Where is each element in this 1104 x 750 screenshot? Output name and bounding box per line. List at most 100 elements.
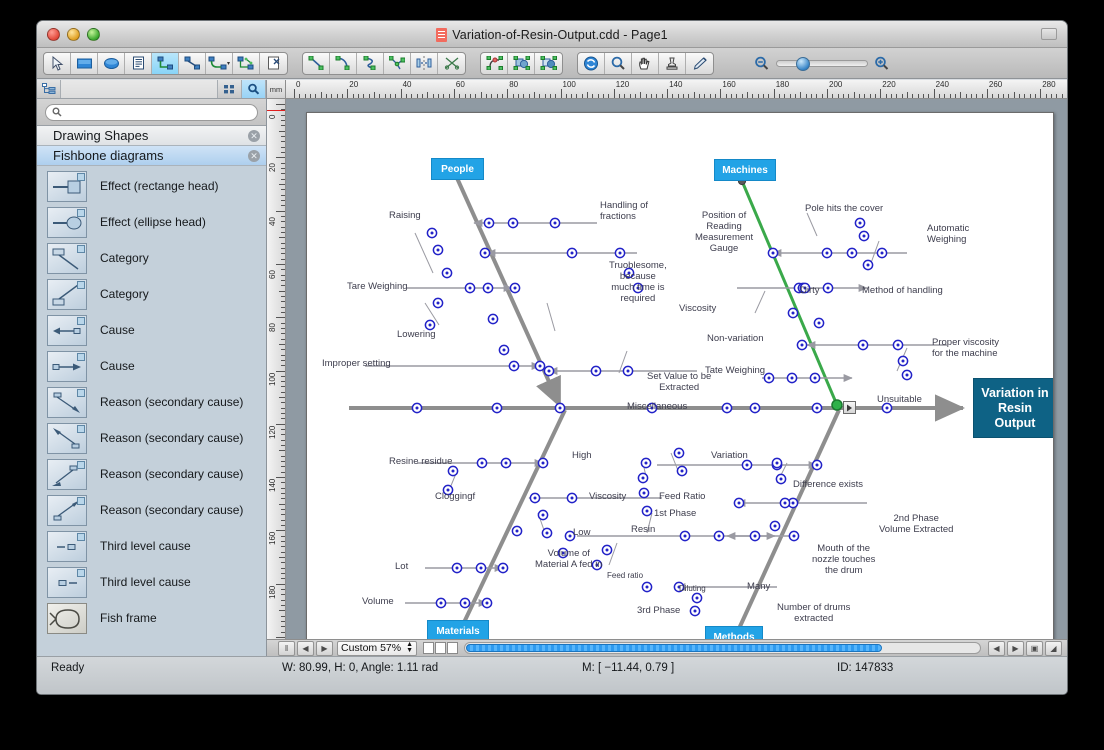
view-mode-1[interactable] bbox=[423, 642, 434, 654]
connector-node[interactable] bbox=[858, 340, 867, 349]
tree-connector-icon[interactable] bbox=[233, 53, 260, 74]
shape-list-item[interactable]: Cause bbox=[37, 348, 266, 384]
search-input[interactable] bbox=[45, 104, 258, 121]
diagram-cause-label[interactable]: Truoblesome, because much time is requir… bbox=[609, 260, 667, 304]
diagram-cause-label[interactable]: Proper viscosity for the machine bbox=[932, 337, 999, 359]
connector-node[interactable] bbox=[764, 373, 773, 382]
pointer-icon[interactable] bbox=[44, 53, 71, 74]
connector-node[interactable] bbox=[538, 458, 547, 467]
zoom-slider-knob[interactable] bbox=[796, 57, 810, 71]
expand-selection-handle[interactable] bbox=[843, 401, 856, 414]
connector-node[interactable] bbox=[770, 521, 779, 530]
connector-node[interactable] bbox=[427, 228, 436, 237]
diagram-cause-label[interactable]: Method of handling bbox=[862, 285, 943, 296]
shape-list-item[interactable]: Third level cause bbox=[37, 528, 266, 564]
rotate-shape-icon[interactable] bbox=[481, 53, 508, 74]
zoom-icon[interactable] bbox=[605, 53, 632, 74]
resize-grip-icon[interactable]: ◢ bbox=[1045, 641, 1062, 656]
hand-icon[interactable] bbox=[632, 53, 659, 74]
diagram-cause-label[interactable]: Lowering bbox=[397, 329, 436, 340]
diagram-cause-label[interactable]: Diluting bbox=[679, 583, 706, 594]
category-box-materials[interactable]: Materials bbox=[427, 620, 489, 639]
shape-list-item[interactable]: Reason (secondary cause) bbox=[37, 456, 266, 492]
connector-node[interactable] bbox=[690, 606, 699, 615]
connector-node[interactable] bbox=[477, 458, 486, 467]
minimize-window-button[interactable] bbox=[67, 28, 80, 41]
connector-node[interactable] bbox=[555, 403, 564, 412]
connector-node[interactable] bbox=[823, 283, 832, 292]
close-icon[interactable]: ✕ bbox=[248, 130, 260, 142]
connector-node[interactable] bbox=[776, 474, 785, 483]
line-connector-icon[interactable] bbox=[179, 53, 206, 74]
stamp-icon[interactable] bbox=[659, 53, 686, 74]
connector-node[interactable] bbox=[501, 458, 510, 467]
diagram-cause-label[interactable]: Unsuitable bbox=[877, 394, 922, 405]
diagram-cause-label[interactable]: Dirty bbox=[800, 285, 820, 296]
diagram-cause-label[interactable]: Number of drums extracted bbox=[777, 602, 850, 624]
ellipse-icon[interactable] bbox=[98, 53, 125, 74]
third-level-right-icon[interactable] bbox=[47, 567, 87, 598]
scroll-right-icon[interactable]: ▶ bbox=[1007, 641, 1024, 656]
straight-segment-icon[interactable] bbox=[303, 53, 330, 74]
shape-list-item[interactable]: Category bbox=[37, 240, 266, 276]
connector-node[interactable] bbox=[812, 403, 821, 412]
horizontal-ruler[interactable]: 0204060801001201401601802002202402602803… bbox=[286, 80, 1067, 99]
connector-node[interactable] bbox=[893, 340, 902, 349]
mirror-icon[interactable] bbox=[411, 53, 438, 74]
category-up-icon[interactable] bbox=[47, 279, 87, 310]
shape-list-item[interactable]: Effect (rectange head) bbox=[37, 168, 266, 204]
diagram-cause-label[interactable]: Viscosity bbox=[679, 303, 716, 314]
connector-node[interactable] bbox=[642, 506, 651, 515]
connector-node[interactable] bbox=[488, 314, 497, 323]
node-edit-icon[interactable] bbox=[384, 53, 411, 74]
connector-node[interactable] bbox=[680, 531, 689, 540]
connector-node[interactable] bbox=[780, 498, 789, 507]
connector-node[interactable] bbox=[898, 356, 907, 365]
connector-node[interactable] bbox=[452, 563, 461, 572]
connector-node[interactable] bbox=[509, 361, 518, 370]
connector-node[interactable] bbox=[482, 598, 491, 607]
connector-node[interactable] bbox=[714, 531, 723, 540]
connector-node[interactable] bbox=[412, 403, 421, 412]
connector-node[interactable] bbox=[492, 403, 501, 412]
category-box-machines[interactable]: Machines bbox=[714, 159, 776, 181]
diagram-cause-label[interactable]: Viscosity bbox=[589, 491, 626, 502]
zoom-out-icon[interactable] bbox=[754, 56, 770, 71]
union-shape-icon[interactable] bbox=[508, 53, 535, 74]
connector-node[interactable] bbox=[750, 403, 759, 412]
shape-list-item[interactable]: Reason (secondary cause) bbox=[37, 384, 266, 420]
fish-frame-icon[interactable] bbox=[47, 603, 87, 634]
connector-node[interactable] bbox=[677, 466, 686, 475]
split-icon[interactable]: ‖ bbox=[278, 641, 295, 656]
connector-node[interactable] bbox=[550, 218, 559, 227]
connector-node[interactable] bbox=[433, 245, 442, 254]
diagram-cause-label[interactable]: Raising bbox=[389, 210, 421, 221]
shape-list-item[interactable]: Reason (secondary cause) bbox=[37, 420, 266, 456]
diagram-cause-label[interactable]: Variation bbox=[711, 450, 748, 461]
connector-node[interactable] bbox=[639, 488, 648, 497]
effect-rect-head-icon[interactable] bbox=[47, 171, 87, 202]
diagram-cause-label[interactable]: Difference exists bbox=[793, 479, 863, 490]
diagram-cause-label[interactable]: Handling of fractions bbox=[600, 200, 648, 222]
drawing-page[interactable]: People Machines Materials Methods Variat… bbox=[306, 112, 1054, 639]
diagram-cause-label[interactable]: Feed Ratio bbox=[659, 491, 705, 502]
toolbar-toggle-button[interactable] bbox=[1041, 28, 1057, 40]
connector-node[interactable] bbox=[498, 563, 507, 572]
connector-node[interactable] bbox=[567, 493, 576, 502]
horizontal-scrollbar[interactable] bbox=[464, 642, 981, 654]
connector-node[interactable] bbox=[442, 268, 451, 277]
prev-page-icon[interactable]: ◀ bbox=[297, 641, 314, 656]
connector-node[interactable] bbox=[433, 298, 442, 307]
connector-node[interactable] bbox=[591, 366, 600, 375]
diagram-cause-label[interactable]: Tate Weighing bbox=[705, 365, 765, 376]
connector-node[interactable] bbox=[483, 283, 492, 292]
diagram-cause-label[interactable]: Non-variation bbox=[707, 333, 764, 344]
connector-node[interactable] bbox=[615, 248, 624, 257]
category-down-icon[interactable] bbox=[47, 243, 87, 274]
text-icon[interactable] bbox=[125, 53, 152, 74]
cause-right-icon[interactable] bbox=[47, 351, 87, 382]
connector-node[interactable] bbox=[623, 366, 632, 375]
rectangle-icon[interactable] bbox=[71, 53, 98, 74]
connector-node[interactable] bbox=[530, 493, 539, 502]
connector-node[interactable] bbox=[788, 308, 797, 317]
